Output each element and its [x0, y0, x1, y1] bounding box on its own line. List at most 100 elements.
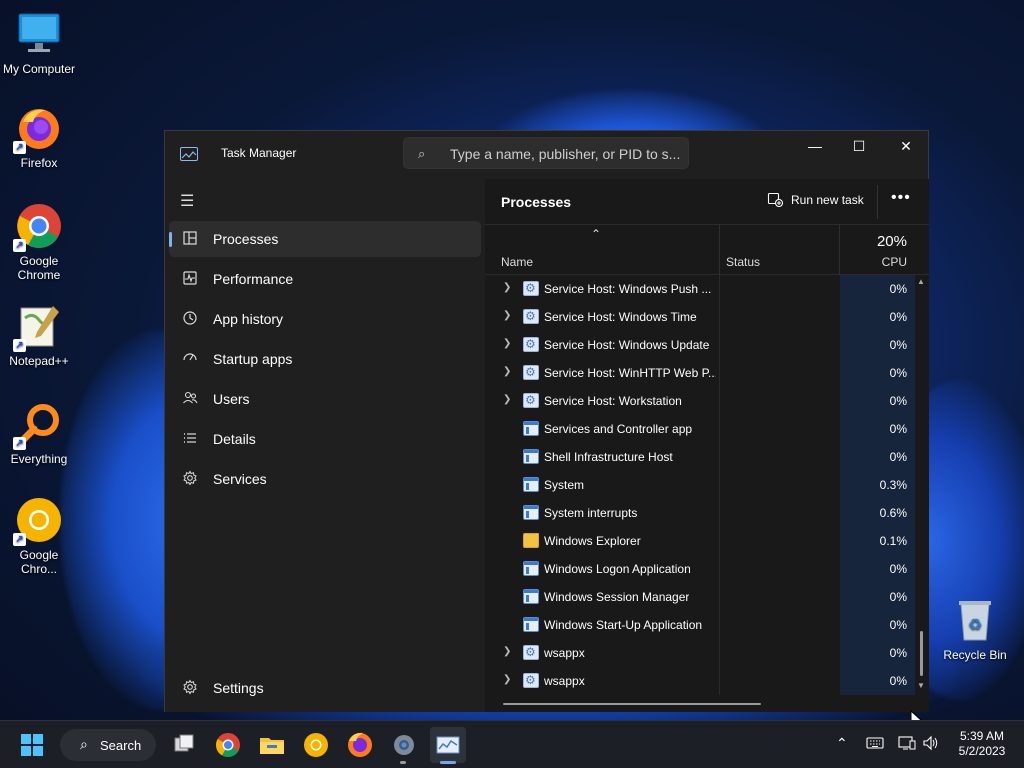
taskbar-search-button[interactable]: ⌕ Search	[60, 729, 156, 761]
process-cpu-value: 0%	[889, 562, 907, 576]
network-icon[interactable]	[898, 735, 916, 754]
table-row[interactable]: System 0.3%	[485, 471, 915, 499]
column-separator[interactable]	[719, 225, 720, 275]
expand-chevron-icon[interactable]: ❯	[503, 674, 511, 685]
title-bar[interactable]: Task Manager ⌕ — ☐ ✕	[165, 131, 928, 179]
sidebar-item-details[interactable]: Details	[169, 421, 481, 457]
chrome-canary-icon: ↗	[13, 496, 63, 546]
expand-chevron-icon[interactable]: ❯	[503, 282, 511, 293]
sidebar-item-label: Details	[213, 431, 256, 447]
table-row[interactable]: Windows Explorer 0.1%	[485, 527, 915, 555]
desktop-icon-google-chrome[interactable]: ↗ Google Chrome	[0, 202, 78, 282]
sidebar-item-label: Startup apps	[213, 351, 293, 367]
notepad-plus-plus-icon: ↗	[13, 302, 63, 352]
scrollbar-thumb[interactable]	[920, 631, 923, 676]
sidebar-item-label: Processes	[213, 231, 279, 247]
desktop-icon-label: Notepad++	[9, 354, 69, 368]
run-new-task-label: Run new task	[791, 193, 864, 207]
process-search-input[interactable]	[450, 145, 680, 163]
sidebar-item-settings[interactable]: Settings	[169, 670, 481, 706]
application-icon	[523, 561, 539, 576]
more-options-button[interactable]: •••	[891, 189, 911, 207]
system-clock[interactable]: 5:39 AM 5/2/2023	[944, 729, 1020, 759]
shortcut-arrow-icon: ↗	[13, 533, 26, 546]
sidebar-item-startup-apps[interactable]: Startup apps	[169, 341, 481, 377]
process-name: Service Host: WinHTTP Web P...	[544, 366, 716, 380]
table-row[interactable]: ❯ Service Host: WinHTTP Web P... 0%	[485, 359, 915, 387]
column-header-status[interactable]: Status	[726, 255, 760, 269]
sidebar-item-users[interactable]: Users	[169, 381, 481, 417]
hamburger-menu-icon[interactable]: ☰	[180, 191, 196, 211]
desktop-icon-google-chrome-canary[interactable]: ↗ Google Chro...	[0, 496, 78, 576]
desktop-icon-everything[interactable]: ↗ Everything	[0, 400, 78, 466]
taskbar-file-explorer-button[interactable]	[254, 727, 290, 763]
table-row[interactable]: Windows Session Manager 0%	[485, 583, 915, 611]
taskbar: ⌕ Search ⌃ 5:39 AM 5/2/2023	[0, 720, 1024, 768]
expand-chevron-icon[interactable]: ❯	[503, 394, 511, 405]
horizontal-scrollbar-thumb[interactable]	[503, 703, 761, 705]
table-row[interactable]: Windows Start-Up Application 0%	[485, 611, 915, 639]
expand-chevron-icon[interactable]: ❯	[503, 366, 511, 377]
sidebar-item-services[interactable]: Services	[169, 461, 481, 497]
desktop-icon-my-computer[interactable]: My Computer	[0, 10, 78, 76]
sort-ascending-icon[interactable]: ⌃	[591, 227, 601, 241]
table-row[interactable]: Services and Controller app 0%	[485, 415, 915, 443]
chrome-icon	[215, 733, 240, 758]
table-row[interactable]: ❯ wsappx 0%	[485, 667, 915, 695]
desktop-icon-recycle-bin[interactable]: ♻ Recycle Bin	[936, 596, 1014, 662]
process-name: wsappx	[544, 674, 585, 688]
sidebar-item-label: Services	[213, 471, 267, 487]
table-row[interactable]: Shell Infrastructure Host 0%	[485, 443, 915, 471]
keyboard-icon[interactable]	[866, 736, 884, 753]
sidebar-item-performance[interactable]: Performance	[169, 261, 481, 297]
expand-chevron-icon[interactable]: ❯	[503, 338, 511, 349]
volume-icon[interactable]	[922, 735, 940, 754]
taskbar-task-manager-button[interactable]	[430, 727, 466, 764]
table-row[interactable]: ❯ Service Host: Windows Update 0%	[485, 331, 915, 359]
process-name: Windows Logon Application	[544, 562, 691, 576]
column-header-name[interactable]: Name	[501, 255, 533, 269]
desktop-icon-label: Everything	[10, 452, 68, 466]
column-header-cpu[interactable]: CPU	[841, 255, 907, 269]
minimize-button[interactable]: —	[792, 131, 838, 163]
desktop-icon-firefox[interactable]: ↗ Firefox	[0, 104, 78, 170]
sidebar-item-app-history[interactable]: App history	[169, 301, 481, 337]
details-list-icon	[181, 430, 199, 448]
table-row[interactable]: Windows Logon Application 0%	[485, 555, 915, 583]
taskbar-chrome-button[interactable]	[210, 727, 246, 763]
table-row[interactable]: System interrupts 0.6%	[485, 499, 915, 527]
active-indicator	[440, 761, 456, 764]
taskbar-chrome-canary-button[interactable]	[298, 727, 334, 763]
maximize-button[interactable]: ☐	[836, 131, 882, 163]
clock-time: 5:39 AM	[959, 729, 1005, 743]
service-host-icon	[523, 365, 539, 380]
process-cpu-value: 0.6%	[879, 506, 907, 520]
start-button[interactable]	[14, 727, 50, 763]
sidebar-item-processes[interactable]: Processes	[169, 221, 481, 257]
table-row[interactable]: ❯ Service Host: Workstation 0%	[485, 387, 915, 415]
taskbar-firefox-button[interactable]	[342, 727, 378, 763]
scroll-up-arrow-icon[interactable]: ▲	[917, 277, 925, 286]
chrome-icon: ↗	[13, 202, 63, 252]
services-gear-icon	[181, 470, 199, 488]
taskbar-settings-button[interactable]	[386, 727, 422, 764]
process-name: Windows Session Manager	[544, 590, 690, 604]
table-row[interactable]: ❯ wsappx 0%	[485, 639, 915, 667]
show-hidden-icons-chevron-icon[interactable]: ⌃	[836, 735, 848, 752]
table-row[interactable]: ❯ Service Host: Windows Push ... 0%	[485, 275, 915, 303]
service-host-icon	[523, 673, 539, 688]
desktop-icon-notepad-plus-plus[interactable]: ↗ Notepad++	[0, 302, 78, 368]
process-cpu-value: 0%	[889, 366, 907, 380]
column-separator[interactable]	[839, 225, 840, 275]
sidebar-nav: ☰ Processes Performance App history Star…	[165, 179, 485, 712]
process-search-box[interactable]: ⌕	[403, 137, 689, 169]
task-view-button[interactable]	[166, 727, 202, 763]
table-row[interactable]: ❯ Service Host: Windows Time 0%	[485, 303, 915, 331]
sidebar-item-label: App history	[213, 311, 284, 327]
close-button[interactable]: ✕	[883, 131, 929, 163]
expand-chevron-icon[interactable]: ❯	[503, 646, 511, 657]
vertical-scrollbar[interactable]: ▲ ▼	[915, 275, 927, 695]
expand-chevron-icon[interactable]: ❯	[503, 310, 511, 321]
process-cpu-value: 0%	[889, 422, 907, 436]
scroll-down-arrow-icon[interactable]: ▼	[917, 681, 925, 690]
